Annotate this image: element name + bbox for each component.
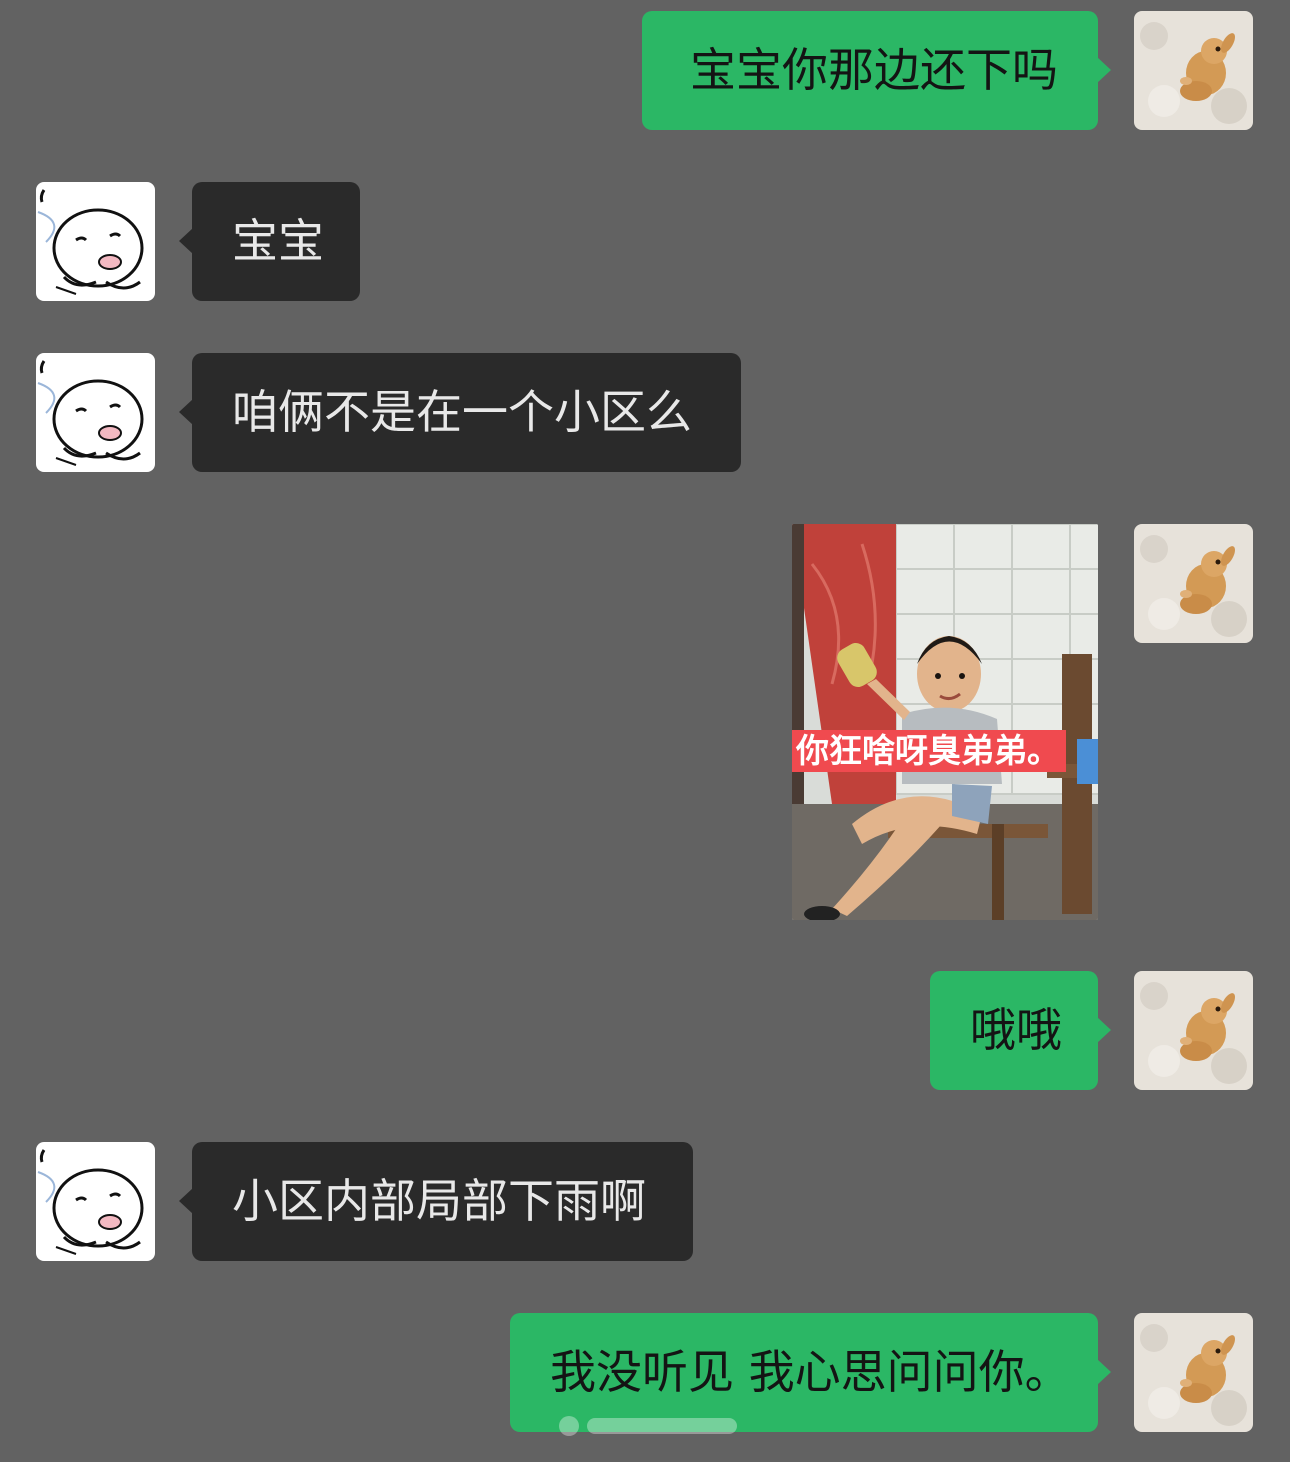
message-bubble-me[interactable]: 哦哦 (930, 971, 1111, 1090)
image-caption: 你狂啥呀臭弟弟。 (792, 730, 1066, 772)
meme-image[interactable]: 你狂啥呀臭弟弟。 (792, 524, 1098, 920)
watermark-logo-icon (559, 1416, 737, 1436)
rabbit-avatar-icon[interactable] (1134, 1313, 1253, 1432)
cartoon-face-avatar-icon[interactable] (36, 182, 155, 301)
message-bubble-me[interactable]: 宝宝你那边还下吗 (642, 11, 1111, 130)
message-bubble-other[interactable]: 咱俩不是在一个小区么 (179, 353, 741, 472)
cartoon-face-avatar-icon[interactable] (36, 1142, 155, 1261)
rabbit-avatar-icon[interactable] (1134, 11, 1253, 130)
message-bubble-other[interactable]: 宝宝 (179, 182, 360, 301)
rabbit-avatar-icon[interactable] (1134, 524, 1253, 643)
cartoon-face-avatar-icon[interactable] (36, 353, 155, 472)
rabbit-avatar-icon[interactable] (1134, 971, 1253, 1090)
message-bubble-other[interactable]: 小区内部局部下雨啊 (179, 1142, 693, 1261)
